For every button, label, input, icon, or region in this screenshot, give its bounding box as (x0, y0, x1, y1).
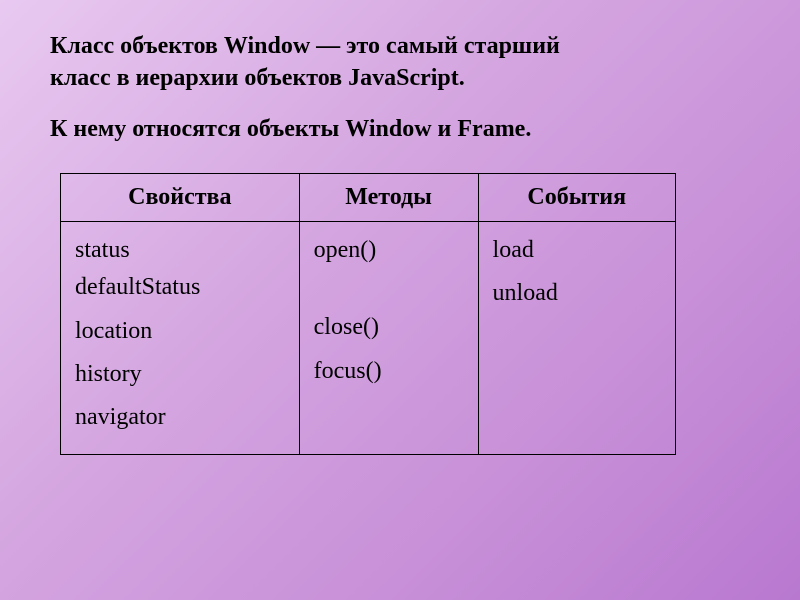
window-class-table: Свойства Методы События status defaultSt… (60, 173, 676, 455)
method-item: focus() (314, 353, 464, 390)
subheading: К нему относятся объекты Window и Frame. (50, 113, 750, 145)
method-item: open() (314, 232, 464, 269)
cell-properties: status defaultStatus location history na… (61, 222, 300, 455)
property-item: navigator (75, 399, 285, 436)
event-item: unload (493, 275, 661, 312)
property-item: location (75, 313, 285, 350)
cell-events: load unload (478, 222, 675, 455)
cell-methods: open() close() focus() (299, 222, 478, 455)
heading: Класс объектов Window — это самый старши… (50, 30, 750, 95)
heading-line2: класс в иерархии объектов JavaScript. (50, 65, 465, 91)
property-item: history (75, 356, 285, 393)
table-data-row: status defaultStatus location history na… (61, 222, 676, 455)
col-header-properties: Свойства (61, 174, 300, 222)
property-item: status (75, 232, 285, 269)
heading-line1: Класс объектов Window — это самый старши… (50, 33, 560, 59)
col-header-events: События (478, 174, 675, 222)
table-header-row: Свойства Методы События (61, 174, 676, 222)
property-item: defaultStatus (75, 269, 285, 306)
subheading-text: К нему относятся объекты Window и Frame. (50, 116, 531, 142)
method-item: close() (314, 309, 464, 346)
col-header-methods: Методы (299, 174, 478, 222)
event-item: load (493, 232, 661, 269)
